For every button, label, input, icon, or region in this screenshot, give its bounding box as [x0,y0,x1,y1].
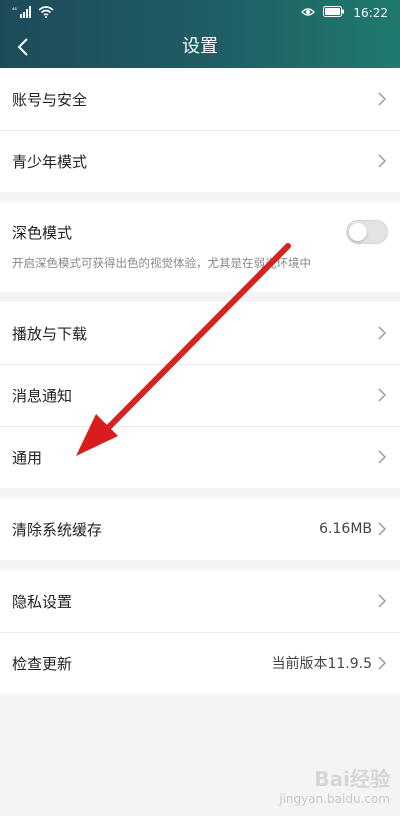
watermark-url: jingyan.baidu.com [279,792,390,806]
signal-label: ⁴⁶ [12,7,17,14]
chevron-right-icon [378,594,388,608]
battery-icon [323,6,345,20]
settings-item-youth-mode[interactable]: 青少年模式 [0,130,400,192]
section-gap [0,560,400,570]
settings-item-clear-cache[interactable]: 清除系统缓存 6.16MB [0,498,400,560]
chevron-right-icon [378,326,388,340]
chevron-right-icon [378,450,388,464]
settings-item-label: 通用 [12,448,43,467]
chevron-right-icon [378,522,388,536]
status-right: 16:22 [301,6,388,20]
misc-group: 隐私设置 检查更新 当前版本11.9.5 [0,570,400,694]
dark-mode-description: 开启深色模式可获得出色的视觉体验，尤其是在弱光环境中 [12,256,311,270]
chevron-right-icon [378,656,388,670]
page-title: 设置 [182,36,218,57]
watermark-logo: Bai经验 [314,767,390,791]
dark-mode-label: 深色模式 [12,224,73,242]
toggle-knob [349,223,367,241]
settings-item-notifications[interactable]: 消息通知 [0,364,400,426]
section-gap [0,192,400,202]
settings-item-account-security[interactable]: 账号与安全 [0,68,400,130]
settings-item-label: 消息通知 [12,386,73,405]
status-bar: ⁴⁶ 16:22 [0,0,400,26]
cache-group: 清除系统缓存 6.16MB [0,498,400,560]
settings-item-playback-download[interactable]: 播放与下载 [0,302,400,364]
settings-item-label: 播放与下载 [12,324,88,343]
account-group: 账号与安全 青少年模式 [0,68,400,192]
cache-size-value: 6.16MB [319,521,372,537]
section-gap [0,292,400,302]
settings-item-dark-mode: 深色模式 开启深色模式可获得出色的视觉体验，尤其是在弱光环境中 [0,202,400,292]
chevron-right-icon [378,388,388,402]
settings-item-label: 青少年模式 [12,152,88,171]
signal-icon: ⁴⁶ [12,5,32,21]
dark-mode-group: 深色模式 开启深色模式可获得出色的视觉体验，尤其是在弱光环境中 [0,202,400,292]
settings-item-general[interactable]: 通用 [0,426,400,488]
section-gap [0,694,400,704]
status-left: ⁴⁶ [12,5,54,21]
nav-bar: 设置 [0,26,400,68]
wifi-icon [38,5,54,21]
watermark: Bai经验 jingyan.baidu.com [279,763,390,806]
chevron-right-icon [378,92,388,106]
settings-item-label: 隐私设置 [12,592,73,611]
playback-group: 播放与下载 消息通知 通用 [0,302,400,488]
version-value: 当前版本11.9.5 [271,656,372,672]
settings-item-label: 检查更新 [12,654,73,673]
settings-item-privacy[interactable]: 隐私设置 [0,570,400,632]
settings-item-label: 清除系统缓存 [12,520,103,539]
dark-mode-toggle[interactable] [346,220,388,244]
settings-item-check-update[interactable]: 检查更新 当前版本11.9.5 [0,632,400,694]
section-gap [0,488,400,498]
status-time: 16:22 [353,6,388,20]
chevron-right-icon [378,154,388,168]
settings-list: 账号与安全 青少年模式 深色模式 开启深色模式可获得出色的视觉体验，尤其是在弱光… [0,68,400,816]
eye-icon [301,6,316,20]
settings-item-label: 账号与安全 [12,90,88,109]
